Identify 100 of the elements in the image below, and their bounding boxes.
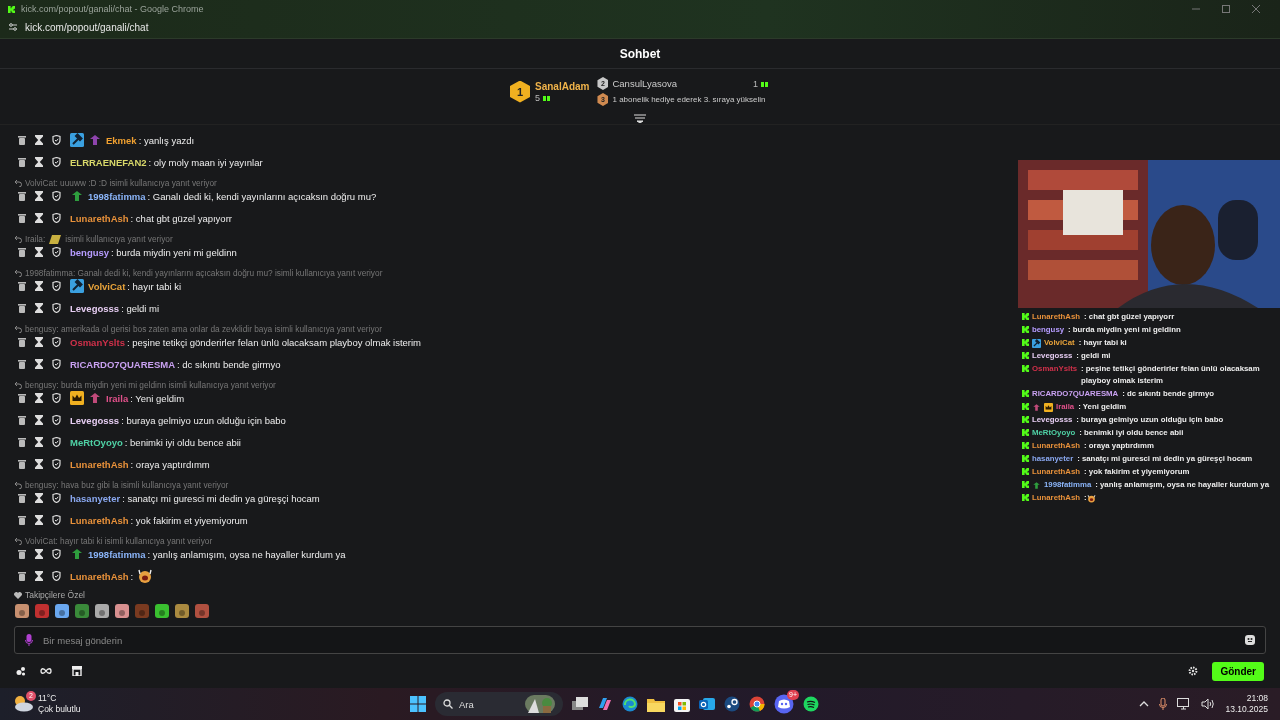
username[interactable]: RICARDO7QUARESMA (70, 358, 176, 370)
shield-icon[interactable] (52, 191, 61, 201)
store-icon[interactable] (72, 666, 82, 676)
emote-icon[interactable] (74, 603, 90, 619)
send-button[interactable]: Gönder (1212, 661, 1264, 681)
hourglass-icon[interactable] (35, 415, 43, 425)
music-app-icon[interactable] (803, 696, 819, 712)
emote-icon[interactable] (94, 603, 110, 619)
clock-date[interactable]: 13.10.2025 (1225, 704, 1268, 715)
trash-icon[interactable] (18, 549, 26, 559)
username[interactable]: Levegosss (70, 414, 120, 426)
hourglass-icon[interactable] (35, 437, 43, 447)
hourglass-icon[interactable] (35, 213, 43, 223)
username[interactable]: Levegosss (70, 302, 120, 314)
trash-icon[interactable] (18, 281, 26, 291)
emote-icon[interactable] (54, 603, 70, 619)
trash-icon[interactable] (18, 359, 26, 369)
hourglass-icon[interactable] (35, 191, 43, 201)
username[interactable]: OsmanYslts (70, 336, 125, 348)
shield-icon[interactable] (52, 437, 61, 447)
hourglass-icon[interactable] (35, 515, 43, 525)
hourglass-icon[interactable] (35, 157, 43, 167)
username[interactable]: Iraila (106, 392, 129, 404)
hourglass-icon[interactable] (35, 281, 43, 291)
hourglass-icon[interactable] (35, 247, 43, 257)
search-field[interactable]: Ara (435, 692, 563, 716)
trash-icon[interactable] (18, 337, 26, 347)
start-icon[interactable] (410, 696, 426, 712)
task-view-icon[interactable] (572, 697, 588, 711)
shield-icon[interactable] (52, 515, 61, 525)
username[interactable]: LunarethAsh (70, 212, 129, 224)
emote-icon[interactable] (114, 603, 130, 619)
trash-icon[interactable] (18, 493, 26, 503)
shield-icon[interactable] (52, 337, 61, 347)
emote-icon[interactable] (14, 603, 30, 619)
shield-icon[interactable] (52, 213, 61, 223)
shield-icon[interactable] (52, 303, 61, 313)
hourglass-icon[interactable] (35, 493, 43, 503)
close-icon[interactable] (1252, 5, 1260, 13)
hourglass-icon[interactable] (35, 571, 43, 581)
username[interactable]: VolviCat (88, 280, 126, 292)
hourglass-icon[interactable] (35, 393, 43, 403)
shield-icon[interactable] (52, 157, 61, 167)
hourglass-icon[interactable] (35, 359, 43, 369)
username[interactable]: ELRRAENEFAN2 (70, 156, 147, 168)
browser-icon[interactable] (622, 696, 638, 712)
browser-icon[interactable] (749, 696, 765, 712)
url-text[interactable]: kick.com/popout/ganali/chat (25, 21, 149, 33)
microphone-icon[interactable] (1159, 698, 1168, 710)
trash-icon[interactable] (18, 135, 26, 145)
game-launcher-icon[interactable] (724, 696, 740, 712)
trash-icon[interactable] (18, 437, 26, 447)
folder-icon[interactable] (647, 696, 665, 712)
collapse-icon[interactable] (634, 114, 646, 123)
maximize-icon[interactable] (1222, 5, 1230, 13)
trash-icon[interactable] (18, 515, 26, 525)
hourglass-icon[interactable] (35, 459, 43, 469)
shield-icon[interactable] (52, 393, 61, 403)
hourglass-icon[interactable] (35, 337, 43, 347)
trash-icon[interactable] (18, 393, 26, 403)
shield-icon[interactable] (52, 247, 61, 257)
clock-time[interactable]: 21:08 (1246, 693, 1268, 704)
shield-icon[interactable] (52, 281, 61, 291)
shield-icon[interactable] (52, 135, 61, 145)
trash-icon[interactable] (18, 459, 26, 469)
hourglass-icon[interactable] (35, 135, 43, 145)
username[interactable]: bengusy (70, 246, 110, 258)
username[interactable]: LunarethAsh (70, 514, 129, 526)
hourglass-icon[interactable] (35, 303, 43, 313)
shield-icon[interactable] (52, 571, 61, 581)
infinity-icon[interactable] (40, 667, 52, 675)
emote-icon[interactable] (174, 603, 190, 619)
leader-name[interactable]: SanalAdam (535, 80, 590, 92)
username[interactable]: LunarethAsh (70, 570, 129, 582)
trash-icon[interactable] (18, 415, 26, 425)
smiley-icon[interactable] (1245, 635, 1255, 645)
trash-icon[interactable] (18, 303, 26, 313)
shield-icon[interactable] (52, 359, 61, 369)
mail-icon[interactable] (699, 696, 715, 712)
emote-icon[interactable] (154, 603, 170, 619)
network-icon[interactable] (1177, 698, 1192, 710)
shield-icon[interactable] (52, 415, 61, 425)
leader-name[interactable]: CansulLyasova (612, 78, 678, 89)
settings-icon[interactable] (1188, 666, 1199, 676)
swirl-icon[interactable] (597, 696, 613, 712)
dots-icon[interactable] (16, 666, 26, 676)
username[interactable]: LunarethAsh (70, 458, 129, 470)
emote-icon[interactable] (194, 603, 210, 619)
site-settings-icon[interactable] (8, 22, 18, 32)
username[interactable]: 1998fatimma (88, 548, 146, 560)
trash-icon[interactable] (18, 191, 26, 201)
microphone-icon[interactable] (25, 634, 33, 646)
store-icon[interactable] (674, 696, 690, 712)
username[interactable]: 1998fatimma (88, 190, 146, 202)
username[interactable]: hasanyeter (70, 492, 121, 504)
username[interactable]: Ekmek (106, 134, 137, 146)
trash-icon[interactable] (18, 213, 26, 223)
username[interactable]: MeRtOyoyo (70, 436, 123, 448)
trash-icon[interactable] (18, 157, 26, 167)
trash-icon[interactable] (18, 571, 26, 581)
